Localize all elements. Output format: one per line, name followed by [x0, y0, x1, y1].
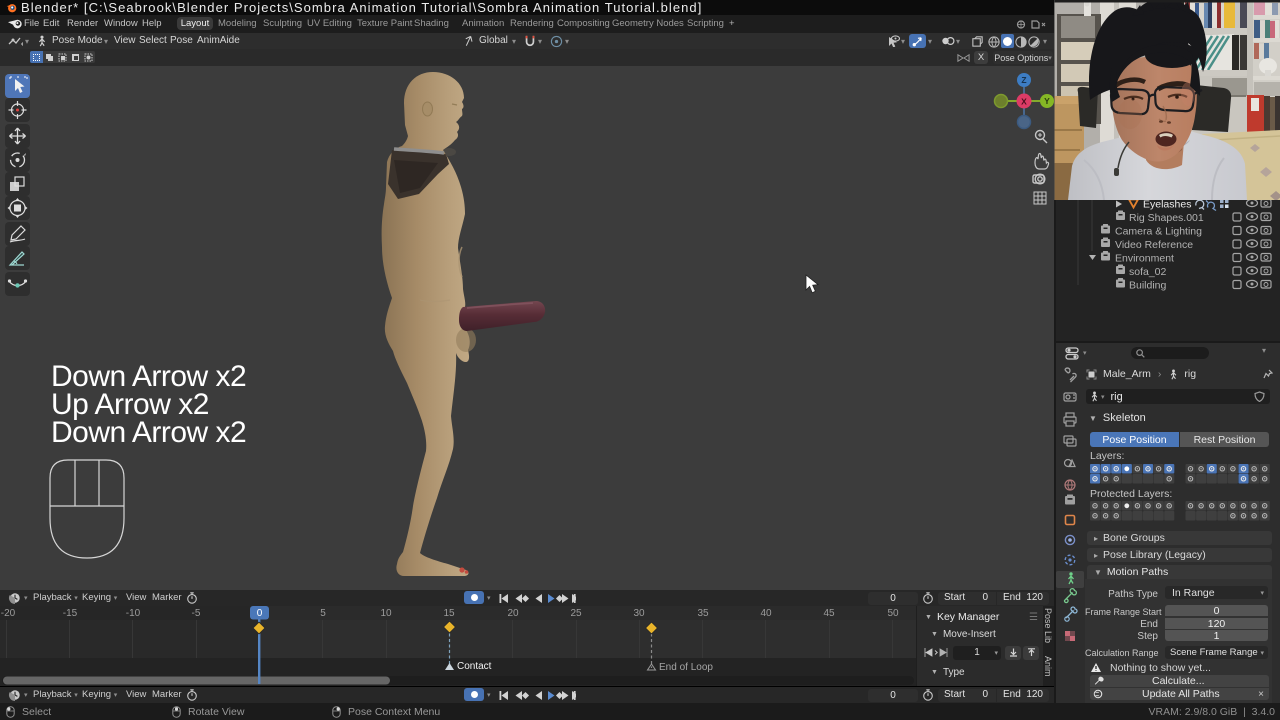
svg-text:Camera & Lighting: Camera & Lighting	[1115, 226, 1202, 238]
svg-text:10: 10	[380, 608, 392, 619]
svg-text:Video Reference: Video Reference	[1115, 239, 1193, 251]
svg-text:-10: -10	[126, 608, 141, 619]
svg-text:-5: -5	[192, 608, 201, 619]
svg-text:Environment: Environment	[1115, 253, 1174, 265]
svg-text:50: 50	[887, 608, 899, 619]
svg-text:40: 40	[760, 608, 772, 619]
svg-text:35: 35	[697, 608, 709, 619]
svg-text:25: 25	[570, 608, 582, 619]
svg-text:End of Loop: End of Loop	[659, 662, 713, 673]
svg-text:5: 5	[320, 608, 326, 619]
svg-text:Eyelashes: Eyelashes	[1143, 199, 1191, 211]
svg-text:-15: -15	[63, 608, 78, 619]
svg-text:15: 15	[443, 608, 455, 619]
svg-text:X: X	[1021, 97, 1027, 107]
svg-text:sofa_02: sofa_02	[1129, 266, 1167, 278]
svg-text:45: 45	[823, 608, 835, 619]
svg-text:30: 30	[633, 608, 645, 619]
svg-text:Y: Y	[1044, 96, 1050, 106]
svg-text:Contact: Contact	[457, 661, 492, 672]
svg-text:-20: -20	[1, 608, 16, 619]
svg-text:Rig Shapes.001: Rig Shapes.001	[1129, 212, 1204, 224]
svg-text:Z: Z	[1021, 75, 1026, 85]
svg-text:20: 20	[507, 608, 519, 619]
svg-text:0: 0	[257, 608, 263, 619]
svg-text:Building: Building	[1129, 280, 1167, 292]
